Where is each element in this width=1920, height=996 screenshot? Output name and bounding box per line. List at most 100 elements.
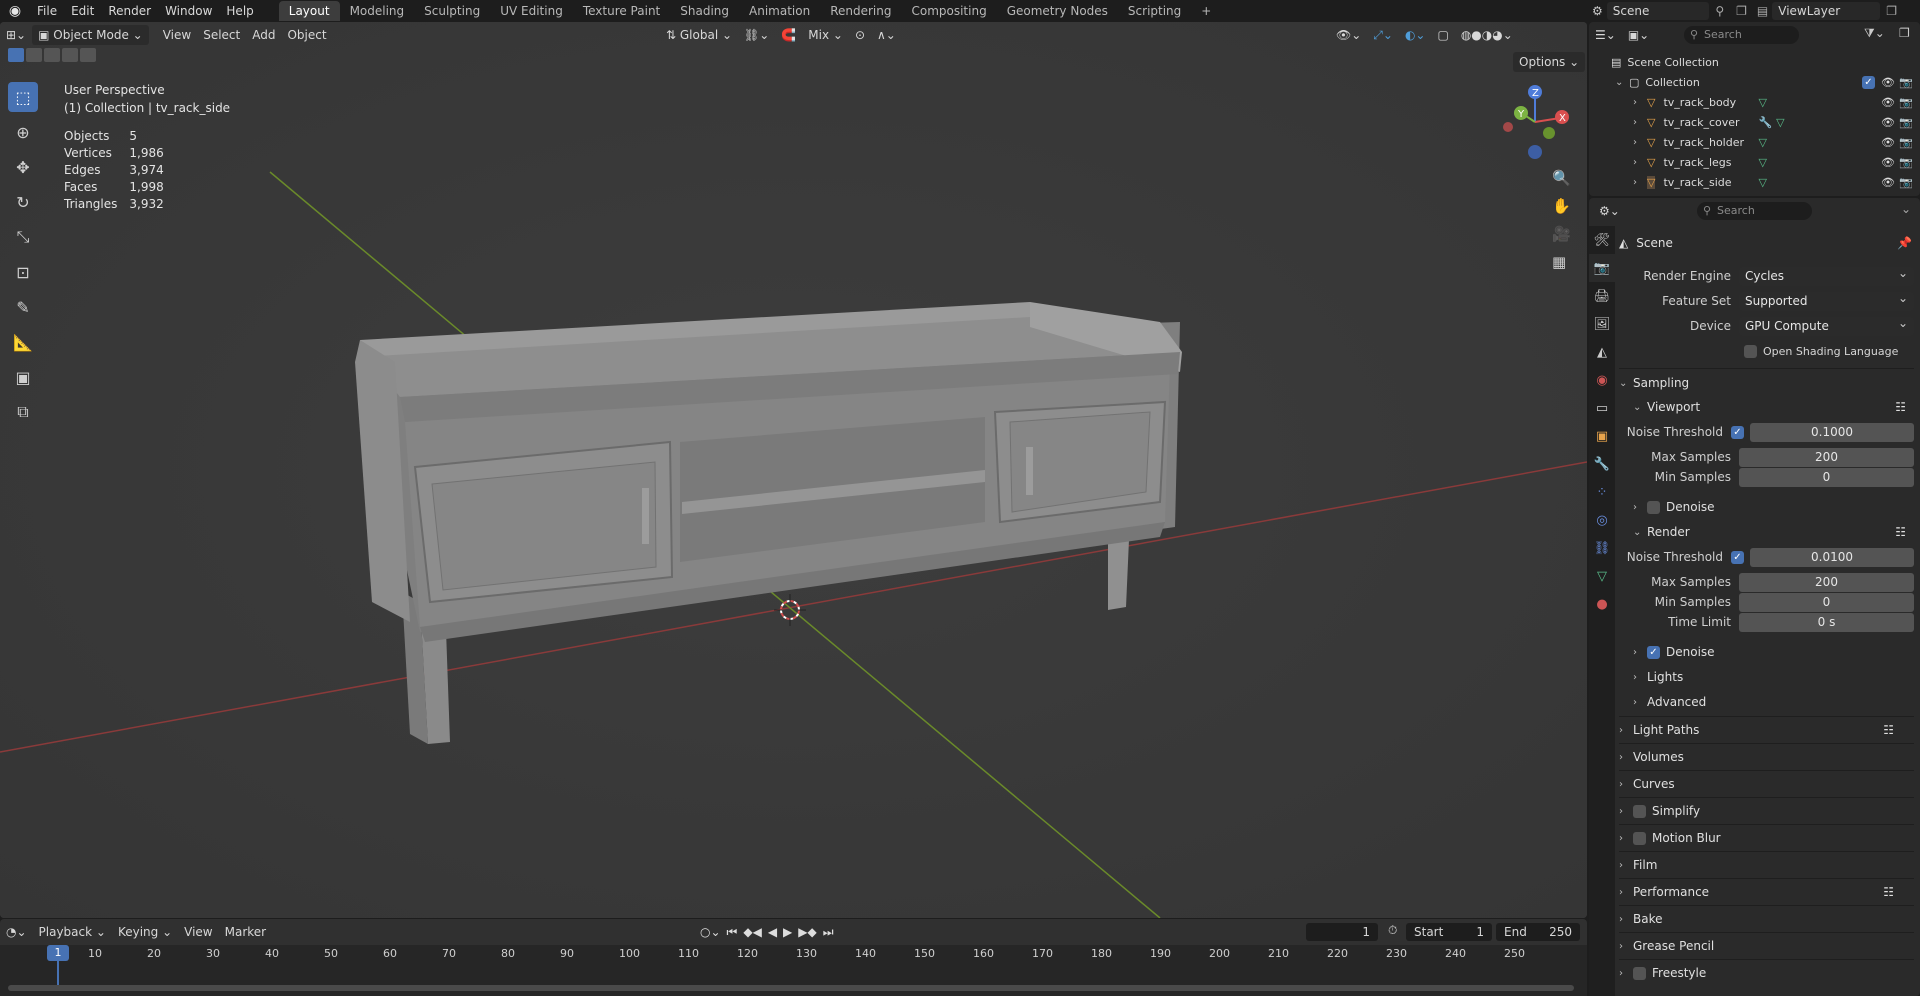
panel-simplify[interactable]: › Simplify: [1619, 800, 1914, 822]
timeline-scrollbar[interactable]: [8, 985, 1574, 991]
viewlayer-selector[interactable]: ViewLayer: [1772, 2, 1881, 20]
freestyle-checkbox[interactable]: [1633, 966, 1646, 980]
measure-tool-icon[interactable]: 📐: [8, 327, 38, 357]
tab-shading[interactable]: Shading: [670, 1, 739, 21]
tab-geometry-nodes[interactable]: Geometry Nodes: [997, 1, 1118, 21]
falloff-icon[interactable]: ∧⌄: [871, 25, 902, 45]
new-scene-icon[interactable]: ❐: [1730, 4, 1753, 18]
feature-set-dropdown[interactable]: Supported: [1739, 289, 1914, 311]
panel-performance[interactable]: › Performance ☷: [1619, 881, 1914, 903]
new-viewlayer-icon[interactable]: ❐: [1880, 4, 1903, 18]
panel-freestyle[interactable]: › Freestyle: [1619, 962, 1914, 984]
vp-noise-threshold-field[interactable]: 0.1000: [1750, 422, 1914, 442]
select-box-tool-icon[interactable]: ⬚: [8, 82, 38, 112]
annotate-tool-icon[interactable]: ✎: [8, 292, 38, 322]
outliner-editor-type-icon[interactable]: ☰⌄: [1589, 25, 1622, 45]
timeline-view-menu[interactable]: View: [178, 922, 218, 942]
material-tab-icon[interactable]: ●: [1589, 590, 1615, 618]
osl-row[interactable]: Open Shading Language: [1619, 340, 1914, 362]
snap-mode-dropdown[interactable]: Mix ⌄: [802, 25, 849, 45]
expand-chevron-icon[interactable]: ›: [1633, 117, 1647, 128]
eye-icon[interactable]: 👁: [1881, 116, 1895, 129]
select-new-icon[interactable]: [8, 48, 24, 62]
transform-orientation-dropdown[interactable]: ⇅ Global ⌄: [660, 25, 738, 45]
r-denoise-subsection[interactable]: › ✓ Denoise: [1633, 641, 1914, 663]
outliner-object-row[interactable]: › ▽ tv_rack_legs ▽ 👁 📷: [1589, 152, 1920, 172]
timeline-editor[interactable]: ◔⌄ Playback ⌄ Keying ⌄ View Marker ○⌄ ⏮ …: [0, 919, 1587, 996]
eye-icon[interactable]: 👁: [1881, 156, 1895, 169]
menu-select[interactable]: Select: [197, 25, 246, 45]
properties-options-icon[interactable]: ⌄: [1901, 202, 1911, 216]
play-icon[interactable]: ▶: [783, 925, 792, 939]
expand-chevron-icon[interactable]: ›: [1633, 157, 1647, 168]
vp-denoise-subsection[interactable]: › Denoise: [1633, 496, 1914, 518]
camera-icon[interactable]: 📷: [1899, 176, 1913, 189]
outliner-search-input[interactable]: ⚲ Search: [1684, 26, 1799, 44]
viewport-subsection[interactable]: ⌄ Viewport ☷: [1633, 396, 1914, 418]
shading-modes-icon[interactable]: ◍●◑◕⌄: [1455, 25, 1519, 45]
marker-menu[interactable]: Marker: [219, 922, 272, 942]
view-layer-tab-icon[interactable]: 🖼: [1589, 310, 1615, 338]
menu-window[interactable]: Window: [158, 0, 219, 22]
add-object-tool-icon[interactable]: ⧉: [8, 397, 38, 427]
simplify-checkbox[interactable]: [1633, 804, 1646, 818]
camera-icon[interactable]: 📷: [1899, 76, 1913, 89]
select-subtract-icon[interactable]: [44, 48, 60, 62]
menu-render[interactable]: Render: [101, 0, 158, 22]
tab-animation[interactable]: Animation: [739, 1, 820, 21]
next-keyframe-icon[interactable]: ▶◆: [798, 925, 816, 939]
eye-icon[interactable]: 👁: [1881, 96, 1895, 109]
select-invert-icon[interactable]: [62, 48, 78, 62]
menu-add[interactable]: Add: [246, 25, 281, 45]
presets-list-icon[interactable]: ☷: [1883, 885, 1894, 899]
display-mode-icon[interactable]: ▣⌄: [1622, 25, 1655, 45]
xray-icon[interactable]: ▢: [1431, 25, 1454, 45]
scene-tab-icon[interactable]: ◭: [1589, 338, 1615, 366]
eye-icon[interactable]: 👁: [1881, 136, 1895, 149]
properties-search-input[interactable]: ⚲ Search: [1697, 202, 1812, 220]
pan-hand-icon[interactable]: ✋: [1552, 197, 1571, 215]
presets-list-icon[interactable]: ☷: [1895, 525, 1906, 539]
tab-rendering[interactable]: Rendering: [820, 1, 901, 21]
pin-icon[interactable]: ⚲: [1709, 4, 1730, 18]
world-tab-icon[interactable]: ◉: [1589, 366, 1615, 394]
scale-tool-icon[interactable]: ⤡: [8, 222, 38, 252]
expand-chevron-icon[interactable]: ›: [1633, 97, 1647, 108]
eye-icon[interactable]: 👁: [1881, 76, 1895, 89]
pin-icon[interactable]: 📌: [1897, 236, 1912, 250]
jump-end-icon[interactable]: ⏭: [823, 925, 834, 940]
new-collection-icon[interactable]: ❐: [1899, 26, 1910, 40]
transform-tool-icon[interactable]: ⊡: [8, 257, 38, 287]
collection-row[interactable]: ⌄ ▢ Collection ✓ 👁 📷: [1589, 72, 1920, 92]
panel-light-paths[interactable]: › Light Paths ☷: [1619, 719, 1914, 741]
options-button[interactable]: Options ⌄: [1513, 52, 1586, 72]
camera-icon[interactable]: 📷: [1899, 136, 1913, 149]
modifier-wrench-icon[interactable]: 🔧: [1758, 116, 1772, 129]
expand-chevron-icon[interactable]: ⌄: [1615, 77, 1629, 88]
motion-blur-checkbox[interactable]: [1633, 831, 1646, 845]
r-denoise-checkbox[interactable]: ✓: [1647, 645, 1660, 659]
presets-list-icon[interactable]: ☷: [1895, 400, 1906, 414]
modifier-tab-icon[interactable]: 🔧: [1589, 450, 1615, 478]
constraints-tab-icon[interactable]: ⛓: [1589, 534, 1615, 562]
collection-checkbox[interactable]: ✓: [1862, 75, 1875, 89]
mesh-data-icon[interactable]: ▽: [1758, 136, 1766, 149]
collection-tab-icon[interactable]: ▭: [1589, 394, 1615, 422]
render-subsection[interactable]: ⌄ Render ☷: [1633, 521, 1914, 543]
visibility-icon[interactable]: 👁⌄: [1330, 25, 1367, 45]
device-dropdown[interactable]: GPU Compute: [1739, 314, 1914, 336]
mesh-data-icon[interactable]: ▽: [1776, 116, 1784, 129]
mesh-data-icon[interactable]: ▽: [1758, 96, 1766, 109]
outliner-object-row[interactable]: › ▽ tv_rack_cover 🔧 ▽ 👁 📷: [1589, 112, 1920, 132]
tab-uv-editing[interactable]: UV Editing: [490, 1, 573, 21]
cursor-tool-icon[interactable]: ⊕: [8, 117, 38, 147]
camera-icon[interactable]: 📷: [1899, 156, 1913, 169]
outliner-object-row[interactable]: › ▽ tv_rack_holder ▽ 👁 📷: [1589, 132, 1920, 152]
zoom-icon[interactable]: 🔍: [1552, 169, 1571, 187]
auto-key-icon[interactable]: ○⌄: [700, 925, 721, 939]
render-engine-dropdown[interactable]: Cycles: [1739, 264, 1914, 286]
vp-min-samples-field[interactable]: 0: [1739, 467, 1914, 487]
tab-sculpting[interactable]: Sculpting: [414, 1, 490, 21]
panel-bake[interactable]: › Bake: [1619, 908, 1914, 930]
outliner-object-row[interactable]: › ▽ tv_rack_body ▽ 👁 📷: [1589, 92, 1920, 112]
